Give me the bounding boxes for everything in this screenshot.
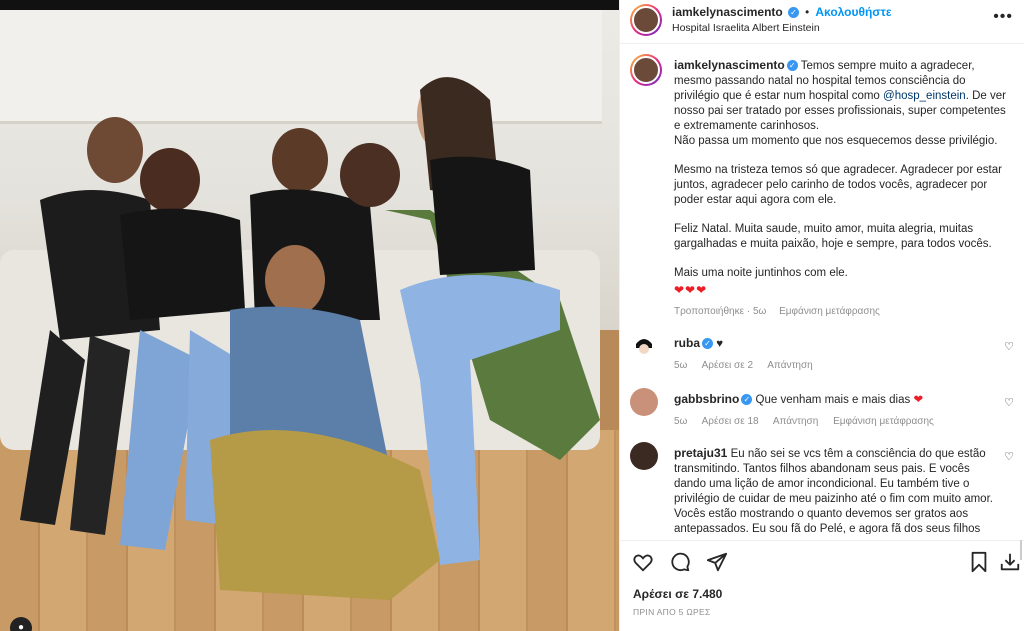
author-line: iamkelynascimento ✓ • Ακολουθήστε [672, 5, 892, 19]
comment-reply-button[interactable]: Απάντηση [773, 416, 818, 427]
comment-username[interactable]: gabbsbrino [674, 392, 739, 406]
bookmark-icon[interactable] [969, 551, 989, 576]
post-caption: iamkelynascimento ✓ Temos sempre muito a … [630, 54, 1018, 534]
comment-heart-icon[interactable]: ♡ [1004, 340, 1014, 353]
comment-text: ♥ [716, 338, 724, 350]
comment-avatar[interactable] [630, 332, 658, 360]
download-icon[interactable] [999, 551, 1021, 576]
comment-username[interactable]: ruba [674, 336, 700, 350]
verified-badge-icon: ✓ [741, 394, 753, 406]
comment-username[interactable]: pretaju31 [674, 446, 727, 460]
post-actions: Αρέσει σε 7.480 ΠΡΙΝ ΑΠΟ 5 ΩΡΕΣ [620, 540, 1024, 631]
comment-meta: 5ω Αρέσει σε 18 Απάντηση Εμφάνιση μετάφρ… [674, 414, 994, 429]
author-avatar-image [632, 6, 660, 34]
photo-people-illustration [20, 77, 600, 600]
caption-author-avatar-image [632, 56, 660, 84]
verified-badge-icon: ✓ [702, 338, 714, 350]
comment-heart-icon[interactable]: ♡ [1004, 396, 1014, 409]
instagram-post-viewer: ● iamkelynascimento ✓ • Ακολουθήστε Hosp… [0, 0, 1024, 631]
caption-paragraph-2: Mesmo na tristeza temos só que agradecer… [674, 164, 1002, 206]
scrollbar[interactable] [1020, 540, 1022, 560]
comment-time: 5ω [674, 360, 688, 371]
caption-body: iamkelynascimento ✓ Temos sempre muito a … [674, 58, 1014, 319]
follow-button[interactable]: Ακολουθήστε [815, 5, 891, 19]
post-location[interactable]: Hospital Israelita Albert Einstein [672, 22, 820, 34]
comment-reply-button[interactable]: Απάντηση [767, 360, 812, 371]
comment-avatar[interactable] [630, 442, 658, 470]
separator-dot: • [805, 7, 810, 19]
comment-text: Que venham mais e mais dias [755, 394, 911, 406]
comment-avatar[interactable] [630, 388, 658, 416]
heart-icon[interactable] [632, 551, 656, 575]
comment-likes[interactable]: Αρέσει σε 2 [702, 360, 753, 371]
author-avatar[interactable] [630, 4, 662, 36]
comment-time: 5ω [674, 416, 688, 427]
caption-hearts: ❤❤❤ [674, 283, 708, 297]
author-username[interactable]: iamkelynascimento [672, 5, 783, 19]
comment-meta: 5ω Αρέσει σε 2 Απάντηση [674, 358, 994, 373]
verified-badge-icon: ✓ [786, 60, 798, 72]
comment-translate-link[interactable]: Εμφάνιση μετάφρασης [833, 416, 934, 427]
comment-body: ruba ✓ ♥ 5ω Αρέσει σε 2 Απάντηση [674, 336, 994, 373]
comment-body: gabbsbrino ✓ Que venham mais e mais dias … [674, 392, 994, 429]
caption-meta: Τροποποιήθηκε · 5ω Εμφάνιση μετάφρασης [674, 304, 1014, 319]
comment-text: Eu não sei se vcs têm a consciência do q… [674, 448, 993, 534]
caption-author-avatar[interactable] [630, 54, 662, 86]
caption-mention-link[interactable]: @hosp_einstein [883, 90, 966, 102]
post-side-panel: iamkelynascimento ✓ • Ακολουθήστε Hospit… [619, 0, 1024, 631]
comment-icon[interactable] [669, 551, 693, 575]
comment-body: pretaju31 Eu não sei se vcs têm a consci… [674, 446, 994, 534]
red-heart-emoji: ❤ [913, 394, 924, 406]
comment-heart-icon[interactable]: ♡ [1004, 450, 1014, 463]
share-icon[interactable] [706, 551, 730, 575]
comment-avatar-image [631, 333, 657, 359]
post-time: ΠΡΙΝ ΑΠΟ 5 ΩΡΕΣ [633, 607, 711, 617]
caption-text-1c: Não passa um momento que nos esquecemos … [674, 135, 998, 147]
verified-badge-icon: ✓ [787, 7, 799, 19]
caption-username[interactable]: iamkelynascimento [674, 58, 785, 72]
comment-likes[interactable]: Αρέσει σε 18 [702, 416, 759, 427]
post-photo[interactable]: ● [0, 0, 619, 631]
caption-paragraph-1: iamkelynascimento ✓ Temos sempre muito a … [674, 58, 1014, 149]
caption-paragraph-4: Mais uma noite juntinhos com ele. [674, 267, 848, 279]
more-options-icon[interactable]: ••• [993, 8, 1013, 26]
action-icons [632, 551, 740, 575]
caption-translate-link[interactable]: Εμφάνιση μετάφρασης [779, 306, 880, 317]
caption-edited: Τροποποιήθηκε · 5ω [674, 306, 767, 317]
likes-count[interactable]: Αρέσει σε 7.480 [633, 587, 722, 601]
caption-paragraph-3: Feliz Natal. Muita saude, muito amor, mu… [674, 223, 992, 250]
post-header: iamkelynascimento ✓ • Ακολουθήστε Hospit… [620, 0, 1024, 44]
